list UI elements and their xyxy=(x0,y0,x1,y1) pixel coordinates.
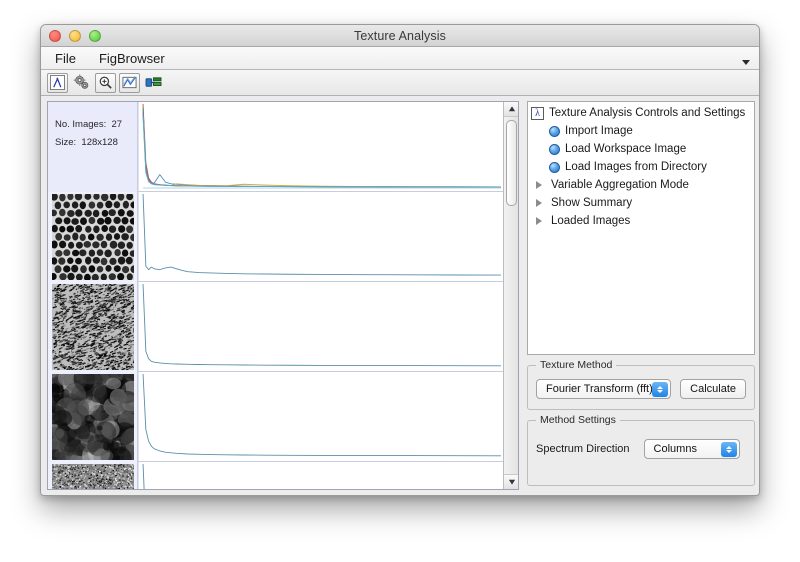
tree-item-label: Variable Aggregation Mode xyxy=(551,179,689,191)
menu-figbrowser[interactable]: FigBrowser xyxy=(99,51,176,66)
menu-bar: File FigBrowser xyxy=(41,47,759,70)
tree-item-loaded-images[interactable]: Loaded Images xyxy=(528,214,754,228)
chevron-updown-icon[interactable] xyxy=(652,382,668,397)
scroll-up-icon[interactable] xyxy=(504,102,519,117)
num-images-label: No. Images: xyxy=(55,119,106,130)
tree-item-label: Show Summary xyxy=(551,197,632,209)
minimize-button[interactable] xyxy=(69,30,81,42)
window-title-bar: Texture Analysis xyxy=(41,25,759,47)
spectrum-direction-select[interactable]: Columns xyxy=(644,439,740,459)
texture-method-select[interactable]: Fourier Transform (fft) xyxy=(536,379,671,399)
window-body: No. Images: 27 Size: 128x128 xyxy=(41,97,760,496)
thumbnail-cell[interactable] xyxy=(48,282,138,372)
gears-icon[interactable] xyxy=(71,73,92,93)
texture-thumbnail-honeycomb xyxy=(52,194,134,280)
close-button[interactable] xyxy=(49,30,61,42)
disclosure-triangle-icon[interactable] xyxy=(536,199,542,207)
tree-root-label: Texture Analysis Controls and Settings xyxy=(549,107,745,119)
desktop-background: Texture Analysis File FigBrowser xyxy=(0,0,800,562)
tree-item-load-images-from-directory[interactable]: Load Images from Directory xyxy=(528,160,754,174)
lambda-icon: λ xyxy=(531,107,544,120)
export-icon[interactable] xyxy=(143,73,164,93)
image-size-value: 128x128 xyxy=(81,137,117,148)
spectrum-plot-1[interactable] xyxy=(138,192,503,281)
image-row-4[interactable] xyxy=(48,462,503,489)
thumbnail-cell[interactable] xyxy=(48,462,138,489)
summary-row[interactable]: No. Images: 27 Size: 128x128 xyxy=(48,102,503,192)
chevron-updown-icon[interactable] xyxy=(721,442,737,457)
blue-orb-icon xyxy=(549,126,560,137)
method-settings-group: Method Settings Spectrum Direction Colum… xyxy=(527,420,755,486)
spectrum-plot-2[interactable] xyxy=(138,282,503,371)
controls-tree: λ Texture Analysis Controls and Settings… xyxy=(527,101,755,355)
traffic-light-group xyxy=(49,30,101,42)
spectrum-direction-label: Spectrum Direction xyxy=(536,443,630,455)
spectrum-direction-value: Columns xyxy=(654,443,697,455)
image-size-label: Size: xyxy=(55,137,76,148)
tree-item-label: Import Image xyxy=(565,125,633,137)
chevron-down-icon[interactable] xyxy=(741,54,751,64)
image-row-2[interactable] xyxy=(48,282,503,372)
disclosure-triangle-icon[interactable] xyxy=(536,181,542,189)
menu-file[interactable]: File xyxy=(55,51,87,66)
image-row-3[interactable] xyxy=(48,372,503,462)
thumbnail-cell[interactable] xyxy=(48,372,138,462)
texture-method-value: Fourier Transform (fft) xyxy=(546,383,653,395)
texture-method-group: Texture Method Fourier Transform (fft) C… xyxy=(527,365,755,410)
tree-item-label: Load Workspace Image xyxy=(565,143,686,155)
summary-stats-cell: No. Images: 27 Size: 128x128 xyxy=(48,102,138,192)
blue-orb-icon xyxy=(549,162,560,173)
lambda-icon[interactable] xyxy=(47,73,68,93)
method-settings-group-title: Method Settings xyxy=(536,414,620,426)
tree-item-label: Loaded Images xyxy=(551,215,630,227)
vertical-scrollbar[interactable] xyxy=(503,102,518,489)
application-window: Texture Analysis File FigBrowser xyxy=(40,24,760,496)
texture-thumbnail-fibrous xyxy=(52,284,134,370)
num-images-value: 27 xyxy=(112,119,123,130)
zoom-in-icon[interactable] xyxy=(95,73,116,93)
scrollbar-thumb[interactable] xyxy=(506,120,517,206)
image-browser-pane: No. Images: 27 Size: 128x128 xyxy=(41,97,525,496)
spectrum-plot-3[interactable] xyxy=(138,372,503,461)
plot-icon[interactable] xyxy=(119,73,140,93)
tree-item-import-image[interactable]: Import Image xyxy=(528,124,754,138)
tree-item-label: Load Images from Directory xyxy=(565,161,707,173)
controls-pane: λ Texture Analysis Controls and Settings… xyxy=(525,97,760,496)
texture-thumbnail-grainy xyxy=(52,464,134,489)
tree-item-load-workspace-image[interactable]: Load Workspace Image xyxy=(528,142,754,156)
tree-item-variable-aggregation-mode[interactable]: Variable Aggregation Mode xyxy=(528,178,754,192)
dataset-stats: No. Images: 27 Size: 128x128 xyxy=(55,116,122,152)
tree-item-show-summary[interactable]: Show Summary xyxy=(528,196,754,210)
window-title: Texture Analysis xyxy=(41,29,759,43)
thumbnail-cell[interactable] xyxy=(48,192,138,282)
spectrum-plot-4[interactable] xyxy=(138,462,503,489)
browser-rows: No. Images: 27 Size: 128x128 xyxy=(48,102,503,489)
blue-orb-icon xyxy=(549,144,560,155)
tree-root-node[interactable]: λ Texture Analysis Controls and Settings xyxy=(528,106,754,120)
figure-browser: No. Images: 27 Size: 128x128 xyxy=(47,101,519,490)
zoom-button[interactable] xyxy=(89,30,101,42)
image-row-1[interactable] xyxy=(48,192,503,282)
toolbar xyxy=(41,70,759,96)
calculate-button[interactable]: Calculate xyxy=(680,379,746,399)
texture-method-group-title: Texture Method xyxy=(536,359,616,371)
texture-thumbnail-cloudy xyxy=(52,374,134,460)
overlay-spectrum-plot[interactable] xyxy=(138,102,503,191)
scroll-down-icon[interactable] xyxy=(504,474,519,489)
disclosure-triangle-icon[interactable] xyxy=(536,217,542,225)
